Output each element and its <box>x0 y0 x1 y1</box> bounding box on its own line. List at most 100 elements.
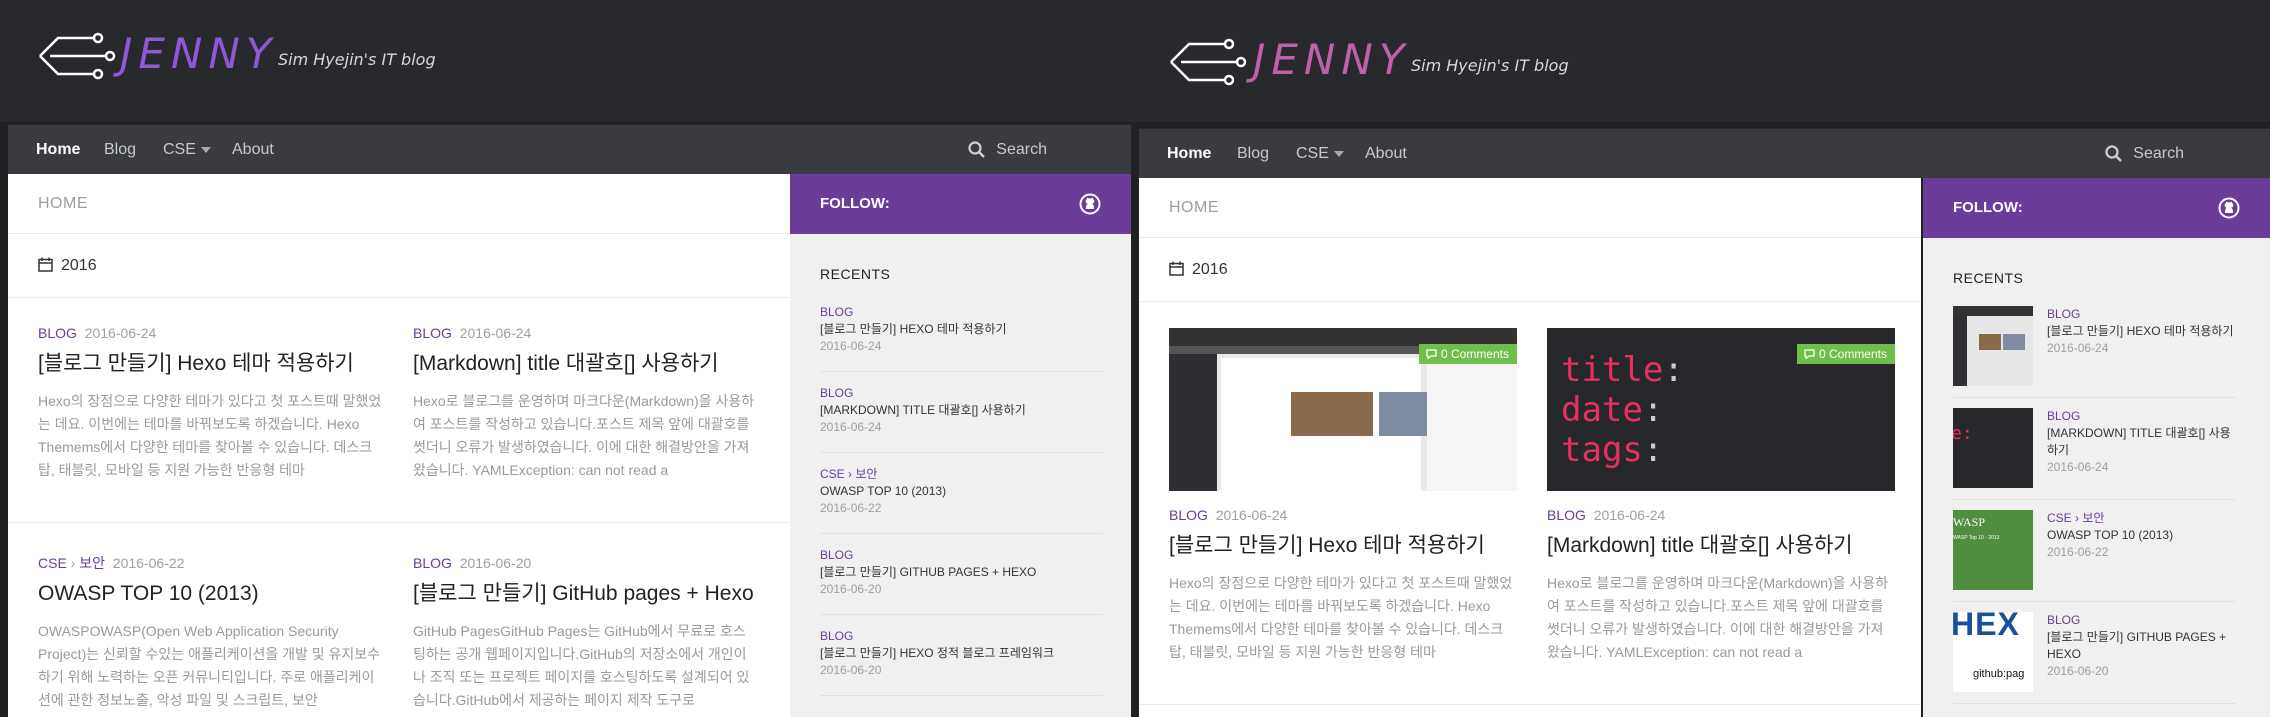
recent-item[interactable]: CSE › 보안 OWASP TOP 10 (2013) 2016-06-22 <box>820 466 1103 534</box>
recents-heading: RECENTS <box>1953 270 2024 286</box>
post-meta: BLOG 2016-06-24 <box>413 324 758 342</box>
post-subcategory[interactable]: 보안 <box>79 555 105 571</box>
recent-date: 2016-06-20 <box>2047 664 2109 678</box>
thumb-code: e: <box>1953 423 1973 444</box>
github-icon[interactable] <box>2218 197 2240 219</box>
search-label: Search <box>2133 145 2184 162</box>
archive-year: 2016 <box>1139 238 1921 302</box>
breadcrumb[interactable]: HOME <box>8 174 790 234</box>
post-category[interactable]: BLOG <box>413 555 452 571</box>
nav-cse[interactable]: CSE <box>163 125 211 175</box>
recent-item[interactable]: BLOG [블로그 만들기] HEXO 테마 적용하기 2016-06-24 <box>820 304 1103 372</box>
post-date: 2016-06-24 <box>1215 507 1288 523</box>
post-category[interactable]: BLOG <box>1169 507 1208 523</box>
comments-badge[interactable]: 0 Comments <box>1418 344 1517 364</box>
github-icon[interactable] <box>1079 193 1101 215</box>
post-category[interactable]: CSE <box>38 555 67 571</box>
recent-item[interactable]: BLOG [블로그 만들기] HEXO 정적 블로그 프레임워크 2016-06… <box>820 628 1103 696</box>
post-title[interactable]: [Markdown] title 대괄호[] 사용하기 <box>413 350 758 378</box>
follow-bar: FOLLOW: <box>1923 178 2270 238</box>
site-logo-text[interactable]: JENNY <box>1253 36 1410 84</box>
nav-cse[interactable]: CSE <box>1296 129 1344 179</box>
follow-bar: FOLLOW: <box>790 174 1131 234</box>
recent-category[interactable]: BLOG <box>820 628 1103 645</box>
post-card: BLOG 2016-06-24 [Markdown] title 대괄호[] 사… <box>413 324 758 482</box>
site-logo-text[interactable]: JENNY <box>120 30 277 78</box>
recent-item[interactable]: WASP WASP Top 10 - 2013 CSE › 보안 OWASP T… <box>1953 510 2236 602</box>
recent-category[interactable]: CSE › 보안 <box>2047 510 2237 527</box>
code-colon: : <box>1642 390 1664 430</box>
recent-item[interactable]: e: BLOG [MARKDOWN] TITLE 대괄호[] 사용하기 2016… <box>1953 408 2236 500</box>
recent-title[interactable]: OWASP TOP 10 (2013) <box>820 483 1103 500</box>
post-thumbnail[interactable]: title: date: tags: 0 Comments <box>1547 328 1895 491</box>
recent-thumbnail[interactable]: e: <box>1953 408 2033 488</box>
nav-blog[interactable]: Blog <box>104 125 136 175</box>
nav-home[interactable]: Home <box>36 125 80 175</box>
post-title[interactable]: [Markdown] title 대괄호[] 사용하기 <box>1547 532 1892 560</box>
recent-category[interactable]: BLOG <box>2047 408 2237 425</box>
post-date: 2016-06-20 <box>459 555 532 571</box>
recent-title[interactable]: OWASP TOP 10 (2013) <box>2047 527 2237 544</box>
recent-category[interactable]: CSE › 보안 <box>820 466 1103 483</box>
recent-date: 2016-06-24 <box>820 339 882 353</box>
post-category[interactable]: BLOG <box>38 325 77 341</box>
recent-item[interactable]: BLOG [블로그 만들기] GITHUB PAGES + HEXO 2016-… <box>820 547 1103 615</box>
recent-category[interactable]: BLOG <box>2047 306 2237 323</box>
main-nav: Home Blog CSE About Search <box>8 124 1131 174</box>
recent-title[interactable]: [블로그 만들기] HEXO 정적 블로그 프레임워크 <box>820 645 1103 662</box>
post-date: 2016-06-24 <box>1593 507 1666 523</box>
recent-thumbnail[interactable]: WASP WASP Top 10 - 2013 <box>1953 510 2033 590</box>
comments-count: 0 Comments <box>1440 347 1509 361</box>
post-title[interactable]: [블로그 만들기] GitHub pages + Hexo <box>413 580 758 608</box>
post-date: 2016-06-24 <box>459 325 532 341</box>
recent-item[interactable]: BLOG [블로그 만들기] HEXO 테마 적용하기 2016-06-24 <box>1953 306 2236 398</box>
post-excerpt: GitHub PagesGitHub Pages는 GitHub에서 무료로 호… <box>413 623 750 708</box>
nav-about[interactable]: About <box>1365 129 1407 179</box>
site-header: JENNY Sim Hyejin's IT blog <box>0 0 1133 122</box>
right-window: JENNY Sim Hyejin's IT blog Home Blog CSE… <box>1133 0 2270 717</box>
recent-category[interactable]: BLOG <box>820 304 1103 321</box>
recent-title[interactable]: [MARKDOWN] TITLE 대괄호[] 사용하기 <box>2047 425 2237 459</box>
comments-badge[interactable]: 0 Comments <box>1796 344 1895 364</box>
nav-about[interactable]: About <box>232 125 274 175</box>
year-label: 2016 <box>61 257 97 274</box>
main-content: HOME 2016 0 Comments title: date: tags: … <box>1139 178 1921 717</box>
logo-circuit-icon[interactable] <box>36 28 116 84</box>
recent-category[interactable]: BLOG <box>820 547 1103 564</box>
post-category[interactable]: BLOG <box>413 325 452 341</box>
recent-category[interactable]: BLOG <box>2047 612 2237 629</box>
recent-item[interactable]: HEX github:pag BLOG [블로그 만들기] GITHUB PAG… <box>1953 612 2236 704</box>
recent-thumbnail[interactable]: HEX github:pag <box>1953 612 2033 692</box>
recent-title[interactable]: [MARKDOWN] TITLE 대괄호[] 사용하기 <box>820 402 1103 419</box>
recent-thumbnail[interactable] <box>1953 306 2033 386</box>
search-button[interactable]: Search <box>2105 129 2184 179</box>
search-label: Search <box>996 141 1047 158</box>
breadcrumb[interactable]: HOME <box>1139 178 1921 238</box>
nav-home[interactable]: Home <box>1167 129 1211 179</box>
nav-blog[interactable]: Blog <box>1237 129 1269 179</box>
recent-title[interactable]: [블로그 만들기] HEXO 테마 적용하기 <box>2047 323 2237 340</box>
recent-title[interactable]: [블로그 만들기] GITHUB PAGES + HEXO <box>820 564 1103 581</box>
recent-item[interactable]: BLOG [MARKDOWN] TITLE 대괄호[] 사용하기 2016-06… <box>820 385 1103 453</box>
post-title[interactable]: OWASP TOP 10 (2013) <box>38 580 383 608</box>
code-key-title: title <box>1561 350 1664 390</box>
post-excerpt: Hexo로 블로그를 운영하며 마크다운(Markdown)을 사용하여 포스트… <box>1547 575 1889 660</box>
post-excerpt: OWASPOWASP(Open Web Application Security… <box>38 623 381 708</box>
search-icon <box>968 141 986 158</box>
thumb-photo <box>1979 334 2001 350</box>
post-category[interactable]: BLOG <box>1547 507 1586 523</box>
thumb-header-strip <box>1953 306 2033 316</box>
thumb-sidebar <box>1953 316 1967 386</box>
post-date: 2016-06-22 <box>112 555 185 571</box>
logo-circuit-icon[interactable] <box>1167 34 1247 90</box>
thumb-widget <box>1427 358 1517 491</box>
post-title[interactable]: [블로그 만들기] Hexo 테마 적용하기 <box>38 350 383 378</box>
recent-title[interactable]: [블로그 만들기] GITHUB PAGES + HEXO <box>2047 629 2237 663</box>
thumb-photo <box>2003 334 2025 350</box>
post-title[interactable]: [블로그 만들기] Hexo 테마 적용하기 <box>1169 532 1514 560</box>
recent-date: 2016-06-20 <box>820 663 882 677</box>
recent-category[interactable]: BLOG <box>820 385 1103 402</box>
search-button[interactable]: Search <box>968 125 1047 175</box>
recent-title[interactable]: [블로그 만들기] HEXO 테마 적용하기 <box>820 321 1103 338</box>
post-thumbnail[interactable]: 0 Comments <box>1169 328 1517 491</box>
